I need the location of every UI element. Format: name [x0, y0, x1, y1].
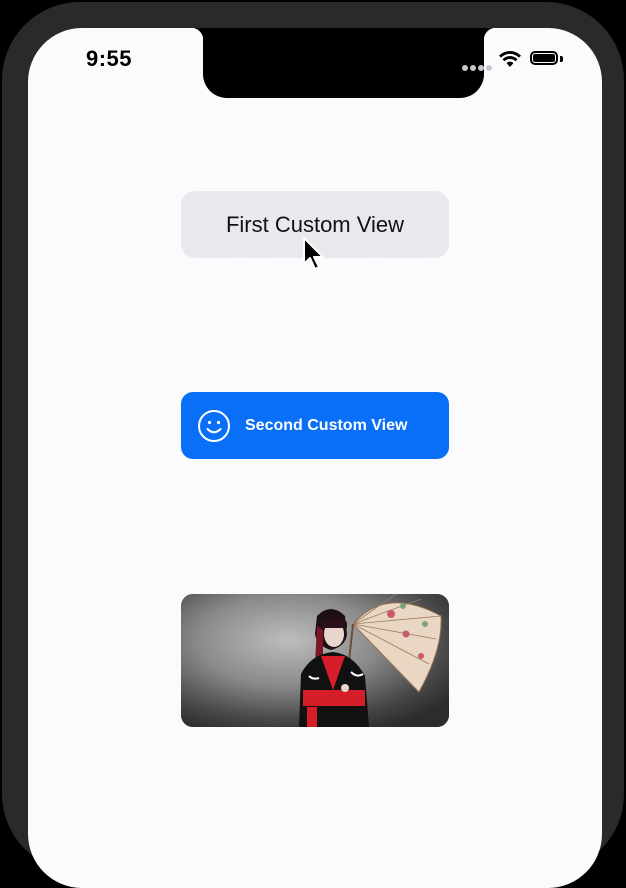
image-custom-view[interactable] [181, 594, 449, 727]
second-custom-view-button[interactable]: Second Custom View [181, 392, 449, 459]
mouse-pointer-icon [303, 237, 324, 270]
wifi-icon [499, 51, 521, 67]
first-custom-view-label: First Custom View [225, 211, 405, 237]
cellular-dots-icon [462, 58, 494, 76]
device-notch [191, 28, 496, 98]
kimono-woman-photo [181, 594, 449, 727]
status-icons [462, 50, 572, 72]
battery-cap [560, 56, 563, 62]
second-custom-view-label: Second Custom View [245, 416, 408, 434]
device-frame: 9:55 First Custom View Second Custom Vie… [0, 0, 626, 888]
status-time: 9:55 [86, 46, 133, 71]
smiley-face-icon [198, 409, 230, 442]
battery-icon [530, 51, 558, 65]
